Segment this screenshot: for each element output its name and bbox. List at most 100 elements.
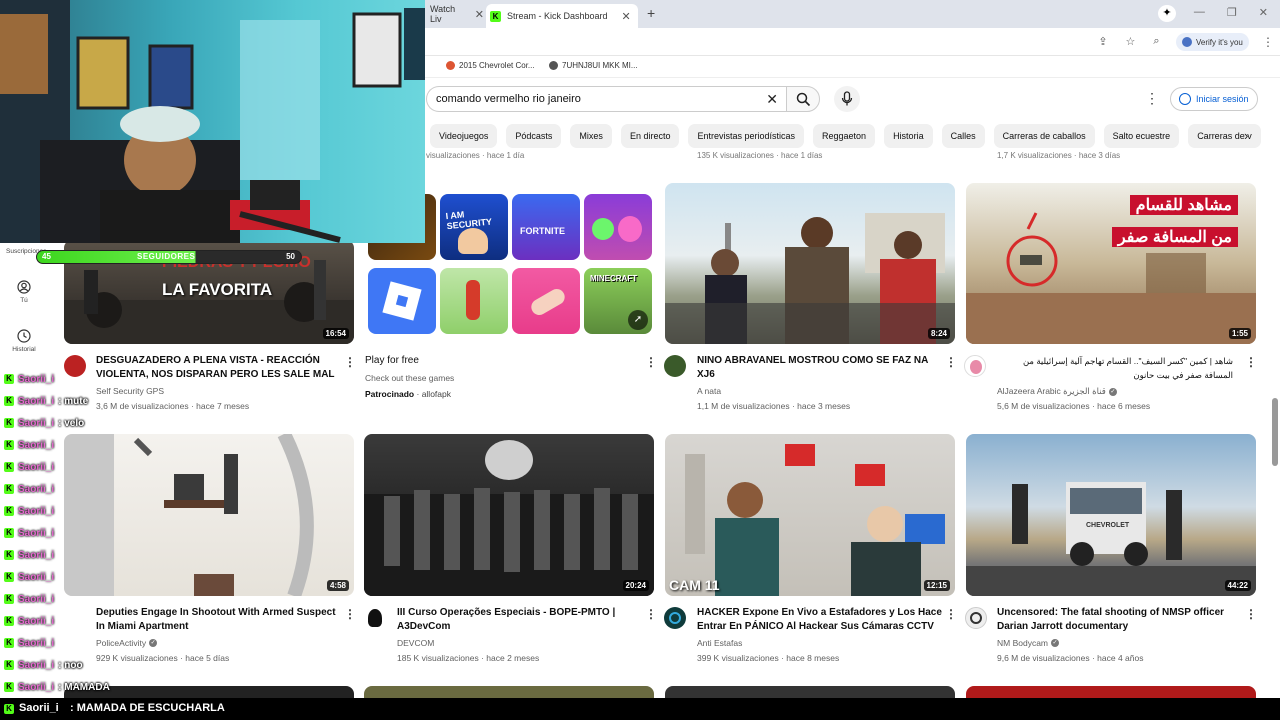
- bookmark-item[interactable]: 7UHNJ8UI MKK MI...: [549, 61, 638, 70]
- follower-goal-bar: 45 SEGUIDORES 50: [36, 250, 302, 264]
- account-icon: [1179, 93, 1191, 105]
- game-tile: MINECRAFT ➚: [584, 268, 652, 334]
- game-tile: I AM SECURITY: [440, 194, 508, 260]
- more-options-icon[interactable]: ⋮: [344, 607, 356, 621]
- kick-icon: K: [4, 616, 14, 626]
- avatar[interactable]: [664, 607, 686, 629]
- channel-name[interactable]: AlJazeera Arabic قناة الجزيرة ✓: [997, 386, 1117, 397]
- close-icon[interactable]: ✕: [475, 8, 484, 21]
- duration-badge: 8:24: [927, 328, 950, 339]
- more-options-icon[interactable]: ⋮: [645, 355, 657, 369]
- more-options-icon[interactable]: ⋮: [945, 607, 957, 621]
- chat-username: Saorii_i: [18, 373, 55, 385]
- video-title[interactable]: NINO ABRAVANEL MOSTROU COMO SE FAZ NA XJ…: [697, 354, 937, 382]
- search-button[interactable]: [786, 86, 820, 112]
- voice-search-button[interactable]: [834, 86, 860, 112]
- video-thumbnail[interactable]: [665, 686, 955, 698]
- minimize-icon[interactable]: —: [1194, 6, 1205, 19]
- video-title[interactable]: شاهد | كمين "كسر السيف".. القسام تهاجم آ…: [997, 354, 1233, 382]
- video-title[interactable]: III Curso Operações Especiais - BOPE-PMT…: [397, 606, 637, 634]
- chip[interactable]: Entrevistas periodísticas: [688, 124, 805, 148]
- video-thumbnail[interactable]: 8:24: [665, 183, 955, 344]
- avatar[interactable]: [64, 355, 86, 377]
- avatar[interactable]: [964, 355, 986, 377]
- verified-icon: ✓: [1108, 387, 1117, 396]
- install-icon[interactable]: ⇪: [1098, 35, 1107, 48]
- kick-icon: K: [4, 374, 14, 384]
- avatar[interactable]: [364, 607, 386, 629]
- kick-icon: K: [4, 396, 14, 406]
- video-stats: 185 K visualizaciones · hace 2 meses: [397, 653, 540, 663]
- scrollbar[interactable]: [1272, 150, 1278, 690]
- video-title[interactable]: Uncensored: The fatal shooting of NMSP o…: [997, 606, 1237, 634]
- chip[interactable]: Reggaeton: [813, 124, 876, 148]
- ad-subtitle: Check out these games: [365, 373, 455, 383]
- verify-button[interactable]: Verify it's you: [1176, 33, 1249, 51]
- video-thumbnail[interactable]: CHEVROLET 44:22: [966, 434, 1256, 596]
- chip[interactable]: Mixes: [570, 124, 612, 148]
- search-input[interactable]: comando vermelho rio janeiro ✕: [426, 86, 786, 112]
- more-options-icon[interactable]: ⋮: [645, 607, 657, 621]
- advertiser[interactable]: allofapk: [422, 389, 451, 399]
- new-tab-button[interactable]: +: [647, 5, 655, 21]
- video-thumbnail[interactable]: [966, 686, 1256, 698]
- more-options-icon[interactable]: ⋮: [1245, 355, 1257, 369]
- video-title[interactable]: Deputies Engage In Shootout With Armed S…: [96, 606, 342, 634]
- star-icon[interactable]: ☆: [1126, 35, 1136, 48]
- clear-search-icon[interactable]: ✕: [766, 91, 778, 108]
- search-tab-icon[interactable]: ⌕: [1153, 35, 1159, 48]
- close-window-icon[interactable]: ✕: [1259, 6, 1268, 19]
- sidebar-label: Tú: [20, 297, 28, 304]
- more-options-icon[interactable]: ⋮: [344, 355, 356, 369]
- tab-watch-live[interactable]: Watch Liv ✕: [426, 4, 484, 24]
- sidebar-item-history[interactable]: Historial: [6, 329, 42, 353]
- webcam-overlay: [0, 0, 425, 243]
- chip[interactable]: Salto ecuestre: [1103, 124, 1180, 148]
- more-options-icon[interactable]: ⋮: [1245, 607, 1257, 621]
- video-title[interactable]: HACKER Expone En Vivo a Estafadores y Lo…: [697, 606, 943, 634]
- channel-name[interactable]: Self Security GPS: [96, 386, 164, 396]
- channel-name[interactable]: DEVCOM: [397, 638, 434, 648]
- chip[interactable]: Historia: [884, 124, 933, 148]
- video-stats: visualizaciones · hace 1 día: [426, 151, 525, 160]
- settings-menu-icon[interactable]: ⋮: [1145, 90, 1159, 107]
- thumbnail-image: [64, 434, 314, 596]
- video-thumbnail[interactable]: CAM 11 12:15: [665, 434, 955, 596]
- avatar[interactable]: [664, 355, 686, 377]
- sparkle-icon[interactable]: ✦: [1158, 5, 1176, 22]
- channel-name[interactable]: A nata: [697, 386, 721, 396]
- video-thumbnail[interactable]: 4:58: [64, 434, 354, 596]
- chip[interactable]: En directo: [620, 124, 680, 148]
- tab-label: Stream - Kick Dashboard: [507, 11, 608, 21]
- sidebar-item-you[interactable]: Tú: [6, 280, 42, 304]
- tab-kick-dashboard[interactable]: K Stream - Kick Dashboard ✕: [486, 4, 638, 28]
- chip[interactable]: Carreras de v: [1188, 124, 1261, 148]
- video-thumbnail[interactable]: مشاهد للقسام من المسافة صفر 1:55: [966, 183, 1256, 344]
- chat-message: K Saorii_i: [4, 636, 54, 650]
- channel-name[interactable]: NM Bodycam ✓: [997, 638, 1060, 648]
- video-thumbnail[interactable]: [364, 686, 654, 698]
- chip[interactable]: Pódcasts: [506, 124, 562, 148]
- chat-username: Saorii_i: [18, 439, 55, 451]
- chip[interactable]: Calles: [941, 124, 985, 148]
- search-query: comando vermelho rio janeiro: [436, 93, 581, 105]
- chip[interactable]: Videojuegos: [430, 124, 498, 148]
- close-icon[interactable]: ✕: [622, 10, 631, 23]
- video-title[interactable]: DESGUAZADERO A PLENA VISTA - REACCIÓN VI…: [96, 354, 342, 382]
- signin-button[interactable]: Iniciar sesión: [1170, 87, 1258, 111]
- chat-message: K Saorii_i: MAMADA: [4, 680, 110, 694]
- chip[interactable]: Carreras de caballos: [993, 124, 1095, 148]
- browser-menu-icon[interactable]: ⋮: [1262, 35, 1274, 49]
- follower-goal: 50: [286, 252, 295, 261]
- ad-title[interactable]: Play for free: [365, 354, 635, 368]
- avatar[interactable]: [965, 607, 987, 629]
- chevron-right-icon[interactable]: ›: [1244, 128, 1248, 143]
- video-thumbnail[interactable]: 20:24: [364, 434, 654, 596]
- channel-name[interactable]: PoliceActivity ✓: [96, 638, 158, 648]
- more-options-icon[interactable]: ⋮: [945, 355, 957, 369]
- restore-icon[interactable]: ❐: [1227, 6, 1237, 19]
- scrollbar-thumb[interactable]: [1272, 398, 1278, 466]
- channel-label: PoliceActivity: [96, 638, 147, 648]
- channel-name[interactable]: Anti Estafas: [697, 638, 742, 648]
- bookmark-item[interactable]: 2015 Chevrolet Cor...: [446, 61, 535, 70]
